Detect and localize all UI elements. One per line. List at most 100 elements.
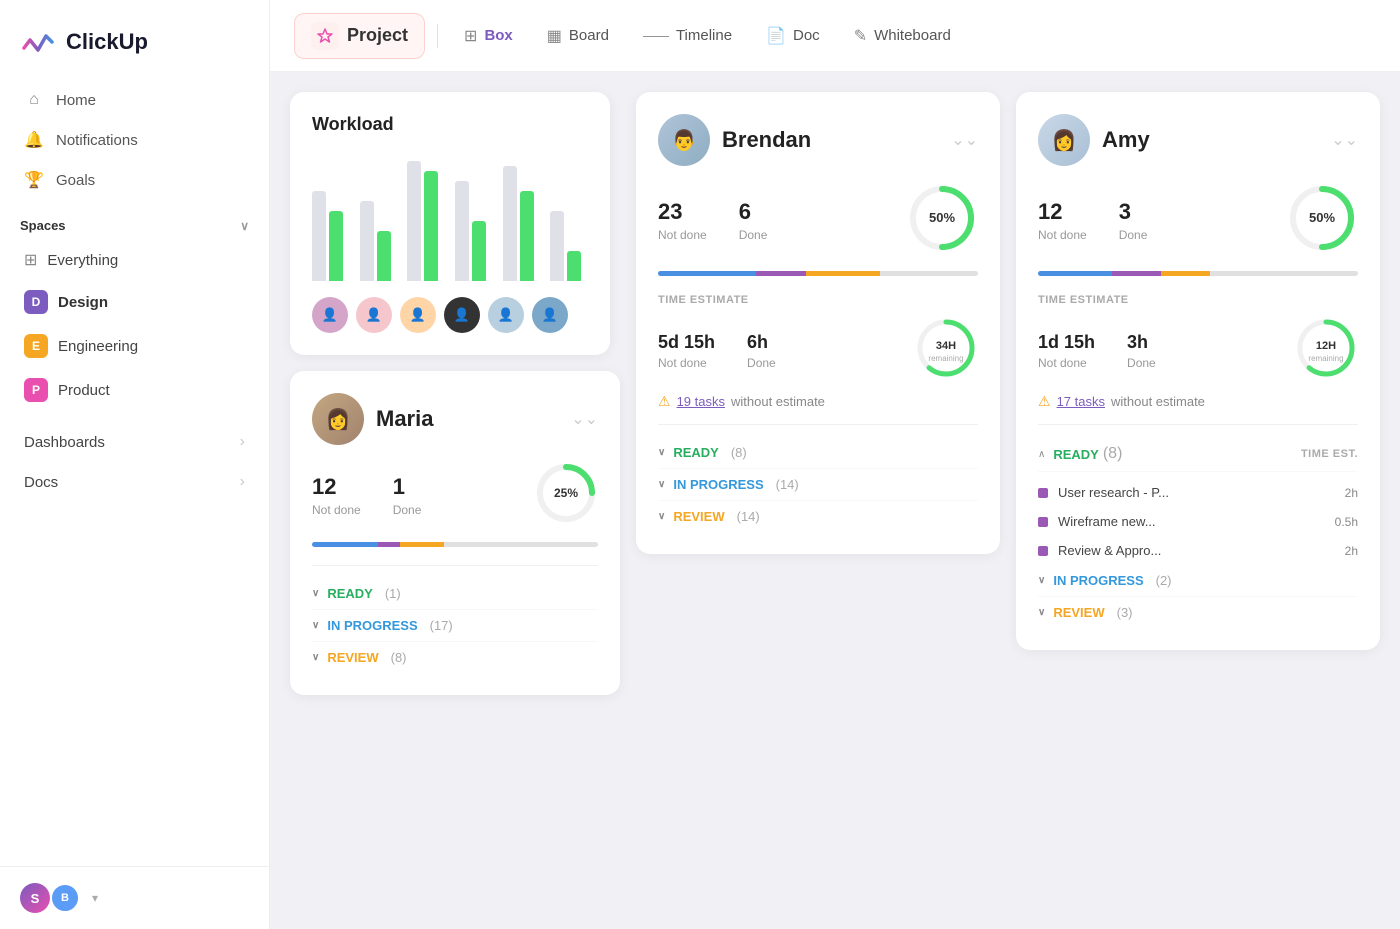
nav-goals[interactable]: 🏆 Goals <box>12 160 257 200</box>
brendan-tasks-link[interactable]: 19 tasks <box>677 394 725 409</box>
tab-timeline-label: Timeline <box>676 27 732 44</box>
brendan-status-ready[interactable]: ∨ READY (8) <box>658 437 978 469</box>
nav-goals-label: Goals <box>56 172 95 189</box>
bar-green-1 <box>329 211 343 281</box>
user-avatar-s: S <box>20 883 50 913</box>
nav-dashboards[interactable]: Dashboards › <box>12 423 257 461</box>
amy-time-not-done-val: 1d 15h <box>1038 332 1095 353</box>
brendan-status-inprogress[interactable]: ∨ IN PROGRESS (14) <box>658 469 978 501</box>
task-name-3: Review & Appro... <box>1058 543 1335 558</box>
amy-donut-svg: 50% <box>1286 182 1358 254</box>
bottom-nav: Dashboards › Docs › <box>0 423 269 501</box>
space-item-engineering[interactable]: E Engineering <box>12 325 257 367</box>
brendan-inprogress-count: (14) <box>776 477 799 492</box>
center-column: 👨 Brendan ⌄⌄ 23 Not done 6 Done <box>636 92 1000 554</box>
space-item-everything[interactable]: ⊞ Everything <box>12 241 257 279</box>
pb-purple <box>378 542 400 547</box>
workload-title: Workload <box>312 114 588 135</box>
bar-group-5 <box>503 166 541 281</box>
brendan-time-done-lbl: Done <box>747 356 776 370</box>
nav-notifications[interactable]: 🔔 Notifications <box>12 120 257 160</box>
primary-nav: ⌂ Home 🔔 Notifications 🏆 Goals <box>0 80 269 200</box>
brendan-status-review[interactable]: ∨ REVIEW (14) <box>658 501 978 532</box>
amy-time-done-lbl: Done <box>1127 356 1156 370</box>
brendan-inprogress-chevron: ∨ <box>658 479 665 490</box>
space-item-product[interactable]: P Product <box>12 369 257 411</box>
tab-whiteboard-label: Whiteboard <box>874 27 951 44</box>
review-count: (8) <box>391 650 407 665</box>
avatar-4: 👤 <box>444 297 480 333</box>
space-item-design[interactable]: D Design <box>12 281 257 323</box>
tab-whiteboard[interactable]: ✎ Whiteboard <box>840 18 965 54</box>
brendan-expand-icon[interactable]: ⌄⌄ <box>951 130 978 150</box>
maria-expand-icon[interactable]: ⌄⌄ <box>571 409 598 429</box>
doc-icon: 📄 <box>766 26 786 46</box>
amy-status-inprogress[interactable]: ∨ IN PROGRESS (2) <box>1038 565 1358 597</box>
svg-text:remaining: remaining <box>1308 354 1343 363</box>
avatar-1: 👤 <box>312 297 348 333</box>
pb-blue-b <box>658 271 756 276</box>
everything-grid-icon: ⊞ <box>24 250 37 270</box>
task-item-1[interactable]: User research - P... 2h <box>1038 478 1358 507</box>
amy-progress-bar <box>1038 271 1358 276</box>
dashboards-arrow-icon: › <box>240 433 245 451</box>
amy-status-review[interactable]: ∨ REVIEW (3) <box>1038 597 1358 628</box>
project-tab[interactable]: Project <box>294 13 425 59</box>
brendan-header: 👨 Brendan ⌄⌄ <box>658 114 978 166</box>
ready-label: READY <box>327 586 373 601</box>
brendan-info: 👨 Brendan <box>658 114 811 166</box>
tab-board[interactable]: ▦ Board <box>533 18 623 54</box>
user-dropdown-icon[interactable]: ▾ <box>92 891 98 905</box>
amy-status-section: ∧ READY (8) TIME EST. User research - P.… <box>1038 424 1358 628</box>
amy-not-done-label: Not done <box>1038 228 1087 242</box>
pb-purple-a <box>1112 271 1161 276</box>
brendan-name: Brendan <box>722 127 811 153</box>
bar-group-1 <box>312 191 350 281</box>
docs-arrow-icon: › <box>240 473 245 491</box>
ready-count: (1) <box>385 586 401 601</box>
spaces-collapse-icon[interactable]: ∨ <box>240 219 249 233</box>
amy-task-list: User research - P... 2h Wireframe new...… <box>1038 478 1358 565</box>
avatar-2: 👤 <box>356 297 392 333</box>
task-item-2[interactable]: Wireframe new... 0.5h <box>1038 507 1358 536</box>
bar-gray-2 <box>360 201 374 281</box>
amy-inprogress-count: (2) <box>1156 573 1172 588</box>
tab-box[interactable]: ⊞ Box <box>450 18 527 54</box>
maria-status-review[interactable]: ∨ REVIEW (8) <box>312 642 598 673</box>
maria-status-inprogress[interactable]: ∨ IN PROGRESS (17) <box>312 610 598 642</box>
left-column: Workload <box>290 92 620 695</box>
tab-doc[interactable]: 📄 Doc <box>752 18 834 54</box>
task-item-3[interactable]: Review & Appro... 2h <box>1038 536 1358 565</box>
amy-name: Amy <box>1102 127 1150 153</box>
brendan-inprogress-label: IN PROGRESS <box>673 477 763 492</box>
amy-tasks-link[interactable]: 17 tasks <box>1057 394 1105 409</box>
maria-done: 1 Done <box>393 474 422 517</box>
maria-done-number: 1 <box>393 474 422 500</box>
sidebar: ClickUp ⌂ Home 🔔 Notifications 🏆 Goals S… <box>0 0 270 929</box>
bar-group-3 <box>407 161 445 281</box>
ready-chevron-icon: ∨ <box>312 588 319 599</box>
svg-text:50%: 50% <box>929 210 955 225</box>
amy-expand-icon[interactable]: ⌄⌄ <box>1331 130 1358 150</box>
brendan-time-done-val: 6h <box>747 332 776 353</box>
nav-docs[interactable]: Docs › <box>12 463 257 501</box>
maria-card: 👩 Maria ⌄⌄ 12 Not done 1 Done <box>290 371 620 695</box>
amy-done-number: 3 <box>1119 199 1148 225</box>
amy-done: 3 Done <box>1119 199 1148 242</box>
brendan-stats: 23 Not done 6 Done 50% <box>658 182 978 259</box>
amy-inprogress-label: IN PROGRESS <box>1053 573 1143 588</box>
brendan-review-count: (14) <box>737 509 760 524</box>
nav-home[interactable]: ⌂ Home <box>12 80 257 120</box>
maria-status-ready[interactable]: ∨ READY (1) <box>312 578 598 610</box>
tab-doc-label: Doc <box>793 27 820 44</box>
brendan-donut-svg: 50% <box>906 182 978 254</box>
tab-timeline[interactable]: —— Timeline <box>629 19 746 52</box>
pb-gray-a <box>1210 271 1358 276</box>
workload-card: Workload <box>290 92 610 355</box>
maria-stats: 12 Not done 1 Done 25% <box>312 461 598 530</box>
task-name-1: User research - P... <box>1058 485 1335 500</box>
brendan-time-done: 6h Done <box>747 332 776 370</box>
brendan-time-row: 5d 15h Not done 6h Done 34H remaining <box>658 316 978 385</box>
bar-green-5 <box>520 191 534 281</box>
amy-ready-row-header[interactable]: ∧ READY (8) TIME EST. <box>1038 437 1358 472</box>
